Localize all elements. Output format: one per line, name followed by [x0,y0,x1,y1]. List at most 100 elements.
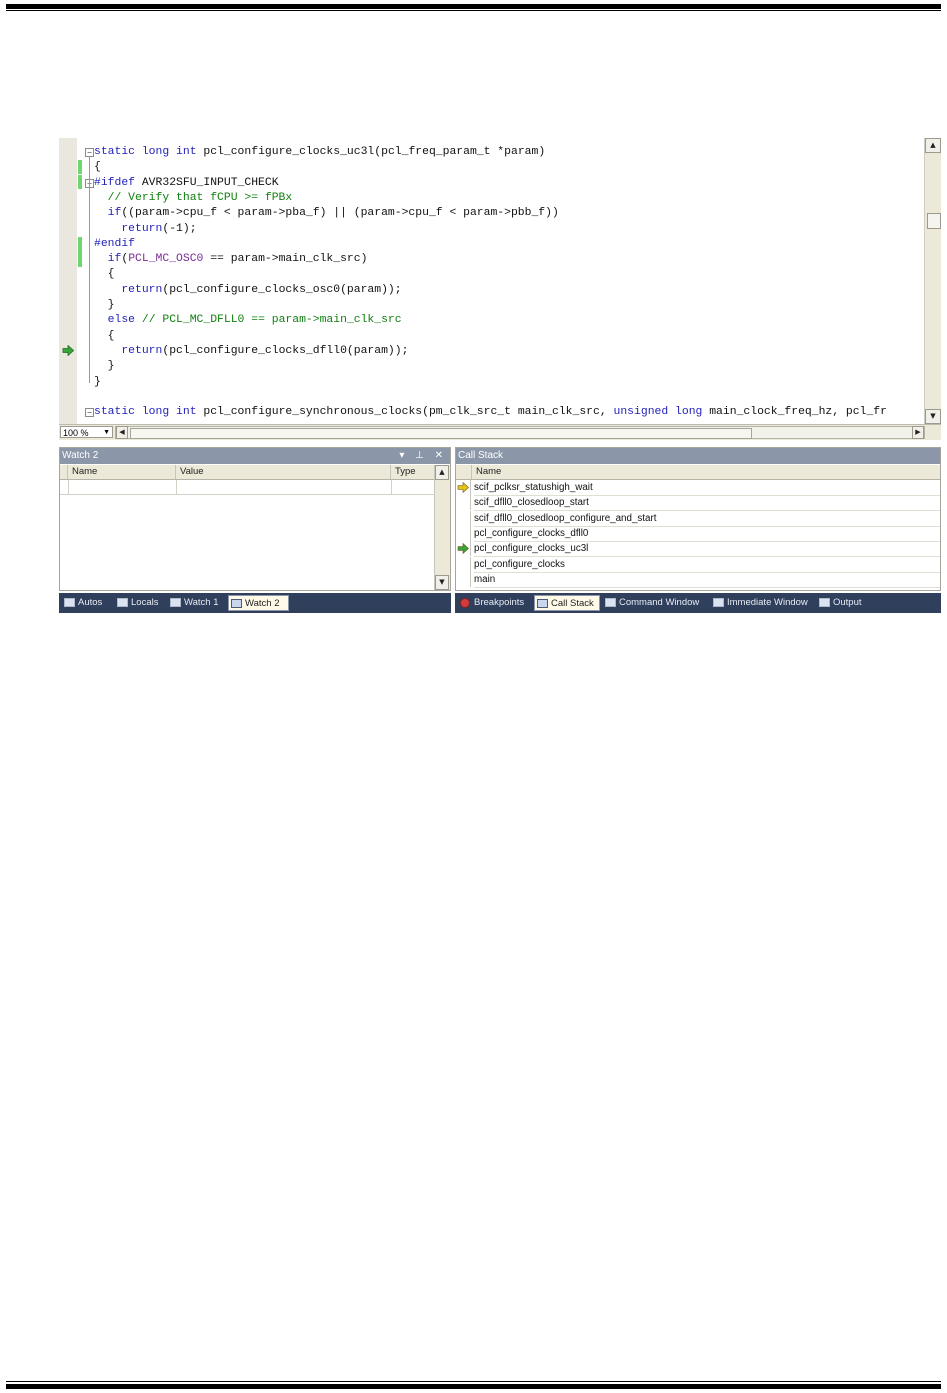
editor-status-strip: 100 % ▼ ◀ ▶ [59,424,941,440]
frame-marker-cell [456,495,471,511]
editor-vertical-scrollbar[interactable]: ▲ ▼ [924,138,941,424]
stack-frame-arrow-icon [457,543,469,555]
bottom-rule-thick [6,1384,941,1389]
code-text: // Verify that fCPU >= fPBx [94,191,293,206]
tab-label: Autos [78,597,103,608]
call-stack-header: Name [456,465,940,480]
tab-label: Watch 2 [245,598,280,609]
scroll-left-button[interactable]: ◀ [116,426,128,439]
tab-command-window[interactable]: Command Window [603,595,723,611]
current-instruction-arrow-icon [457,482,469,493]
pane-window-buttons[interactable]: ▾ ⊥ ✕ [399,448,447,464]
scroll-down-button[interactable]: ▼ [435,575,449,590]
scroll-thumb[interactable] [927,213,941,229]
current-frame-arrow-icon [62,345,74,356]
call-stack-row[interactable]: scif_dfll0_closedloop_start [456,495,940,512]
zoom-dropdown[interactable]: 100 % ▼ [60,426,113,438]
code-token: if [107,253,122,266]
call-stack-row[interactable]: pcl_configure_clocks_uc3l [456,541,940,558]
scroll-down-button[interactable]: ▼ [925,409,941,424]
call-stack-title-bar[interactable]: Call Stack [456,448,940,464]
tab-label: Breakpoints [474,597,525,608]
code-token: (pcl_configure_clocks_osc0(param)); [162,283,402,296]
code-text: #endif [94,237,135,252]
tab-watch-2[interactable]: Watch 2 [228,595,289,611]
window-icon [117,598,128,607]
scroll-right-button[interactable]: ▶ [912,426,924,439]
window-icon [231,599,242,608]
code-token: } [94,299,115,311]
code-token: else [107,314,136,327]
code-token: AVR32SFU_INPUT_CHECK [135,176,279,189]
code-text: } [94,298,115,313]
call-stack-row[interactable]: pcl_configure_clocks_dfll0 [456,525,940,542]
function-name: main [474,572,940,588]
code-token: // PCL_MC_DFLL0 == param->main_clk_src [141,314,402,327]
code-text: static long int pcl_configure_synchronou… [94,405,887,420]
scroll-up-button[interactable]: ▲ [435,465,449,480]
call-stack-row[interactable]: scif_dfll0_closedloop_configure_and_star… [456,510,940,527]
scroll-up-button[interactable]: ▲ [925,138,941,153]
column-header-name[interactable]: Name [68,465,176,479]
tab-label: Immediate Window [727,597,808,608]
scroll-thumb[interactable] [130,428,752,439]
editor-horizontal-scrollbar[interactable]: ◀ ▶ [115,426,925,439]
function-name: pcl_configure_clocks_uc3l [474,541,940,558]
watch-pane-title-bar[interactable]: Watch 2 ▾ ⊥ ✕ [60,448,450,464]
call-stack-row[interactable]: pcl_configure_clocks [456,556,940,573]
watch-table-header: Name Value Type [60,465,436,480]
frame-marker-cell [456,556,471,572]
change-marker [78,175,82,189]
code-editor[interactable]: − static long int pcl_configure_clocks_uc… [59,138,941,424]
column-header-name[interactable]: Name [472,465,940,479]
code-token: return [121,283,163,296]
indicator-margin[interactable] [59,138,77,424]
code-text: } [94,375,101,390]
tab-output[interactable]: Output [817,595,891,611]
code-text: return(pcl_configure_clocks_osc0(param))… [94,283,402,298]
code-text: return(pcl_configure_clocks_dfll0(param)… [94,344,408,359]
watch-pane: Watch 2 ▾ ⊥ ✕ Name Value Type ▲ ▼ [59,447,451,591]
function-name: scif_dfll0_closedloop_configure_and_star… [474,511,940,527]
window-icon [713,598,724,607]
watch-empty-row[interactable] [60,480,436,495]
code-token: } [94,375,101,388]
collapse-icon[interactable]: − [85,148,94,157]
tab-label: Output [833,597,862,608]
code-text: } [94,359,115,374]
tab-immediate-window[interactable]: Immediate Window [711,595,830,611]
code-token: (-1); [162,222,197,235]
code-token: { [94,161,101,174]
collapse-icon[interactable]: − [85,408,94,418]
code-text: { [94,329,115,344]
code-token: #endif [94,237,136,250]
watch-vertical-scrollbar[interactable]: ▲ ▼ [434,465,450,590]
code-text-area[interactable]: − static long int pcl_configure_clocks_uc… [85,145,923,421]
window-icon [537,599,548,608]
tab-call-stack[interactable]: Call Stack [534,595,600,611]
frame-marker-cell [456,510,471,526]
code-token: return [121,344,163,357]
right-tool-tabs: Breakpoints Call Stack Command Window Immed… [455,593,941,613]
column-header-type[interactable]: Type [391,465,436,479]
call-stack-pane: Call Stack Name scif_pclksr_statushigh_w… [455,447,941,591]
zoom-level: 100 % [63,428,89,438]
call-stack-row[interactable]: main [456,571,940,588]
frame-marker-cell [456,571,471,587]
call-stack-row[interactable]: scif_pclksr_statushigh_wait [456,480,940,496]
code-text: static long int pcl_configure_clocks_uc3… [94,145,545,160]
pane-title: Watch 2 [62,450,99,461]
tab-label: Locals [131,597,159,608]
window-icon [170,598,181,607]
change-marker [78,237,82,267]
code-token: ((param->cpu_f < param->pba_f) || (param… [121,207,559,220]
code-token: main_clock_freq_hz, pcl_fr [702,406,887,419]
code-token: #ifdef [94,176,136,189]
column-header-value[interactable]: Value [176,465,391,479]
function-name: scif_dfll0_closedloop_start [474,495,940,512]
code-token: unsigned long [613,406,703,419]
code-token: static long int [94,146,197,158]
